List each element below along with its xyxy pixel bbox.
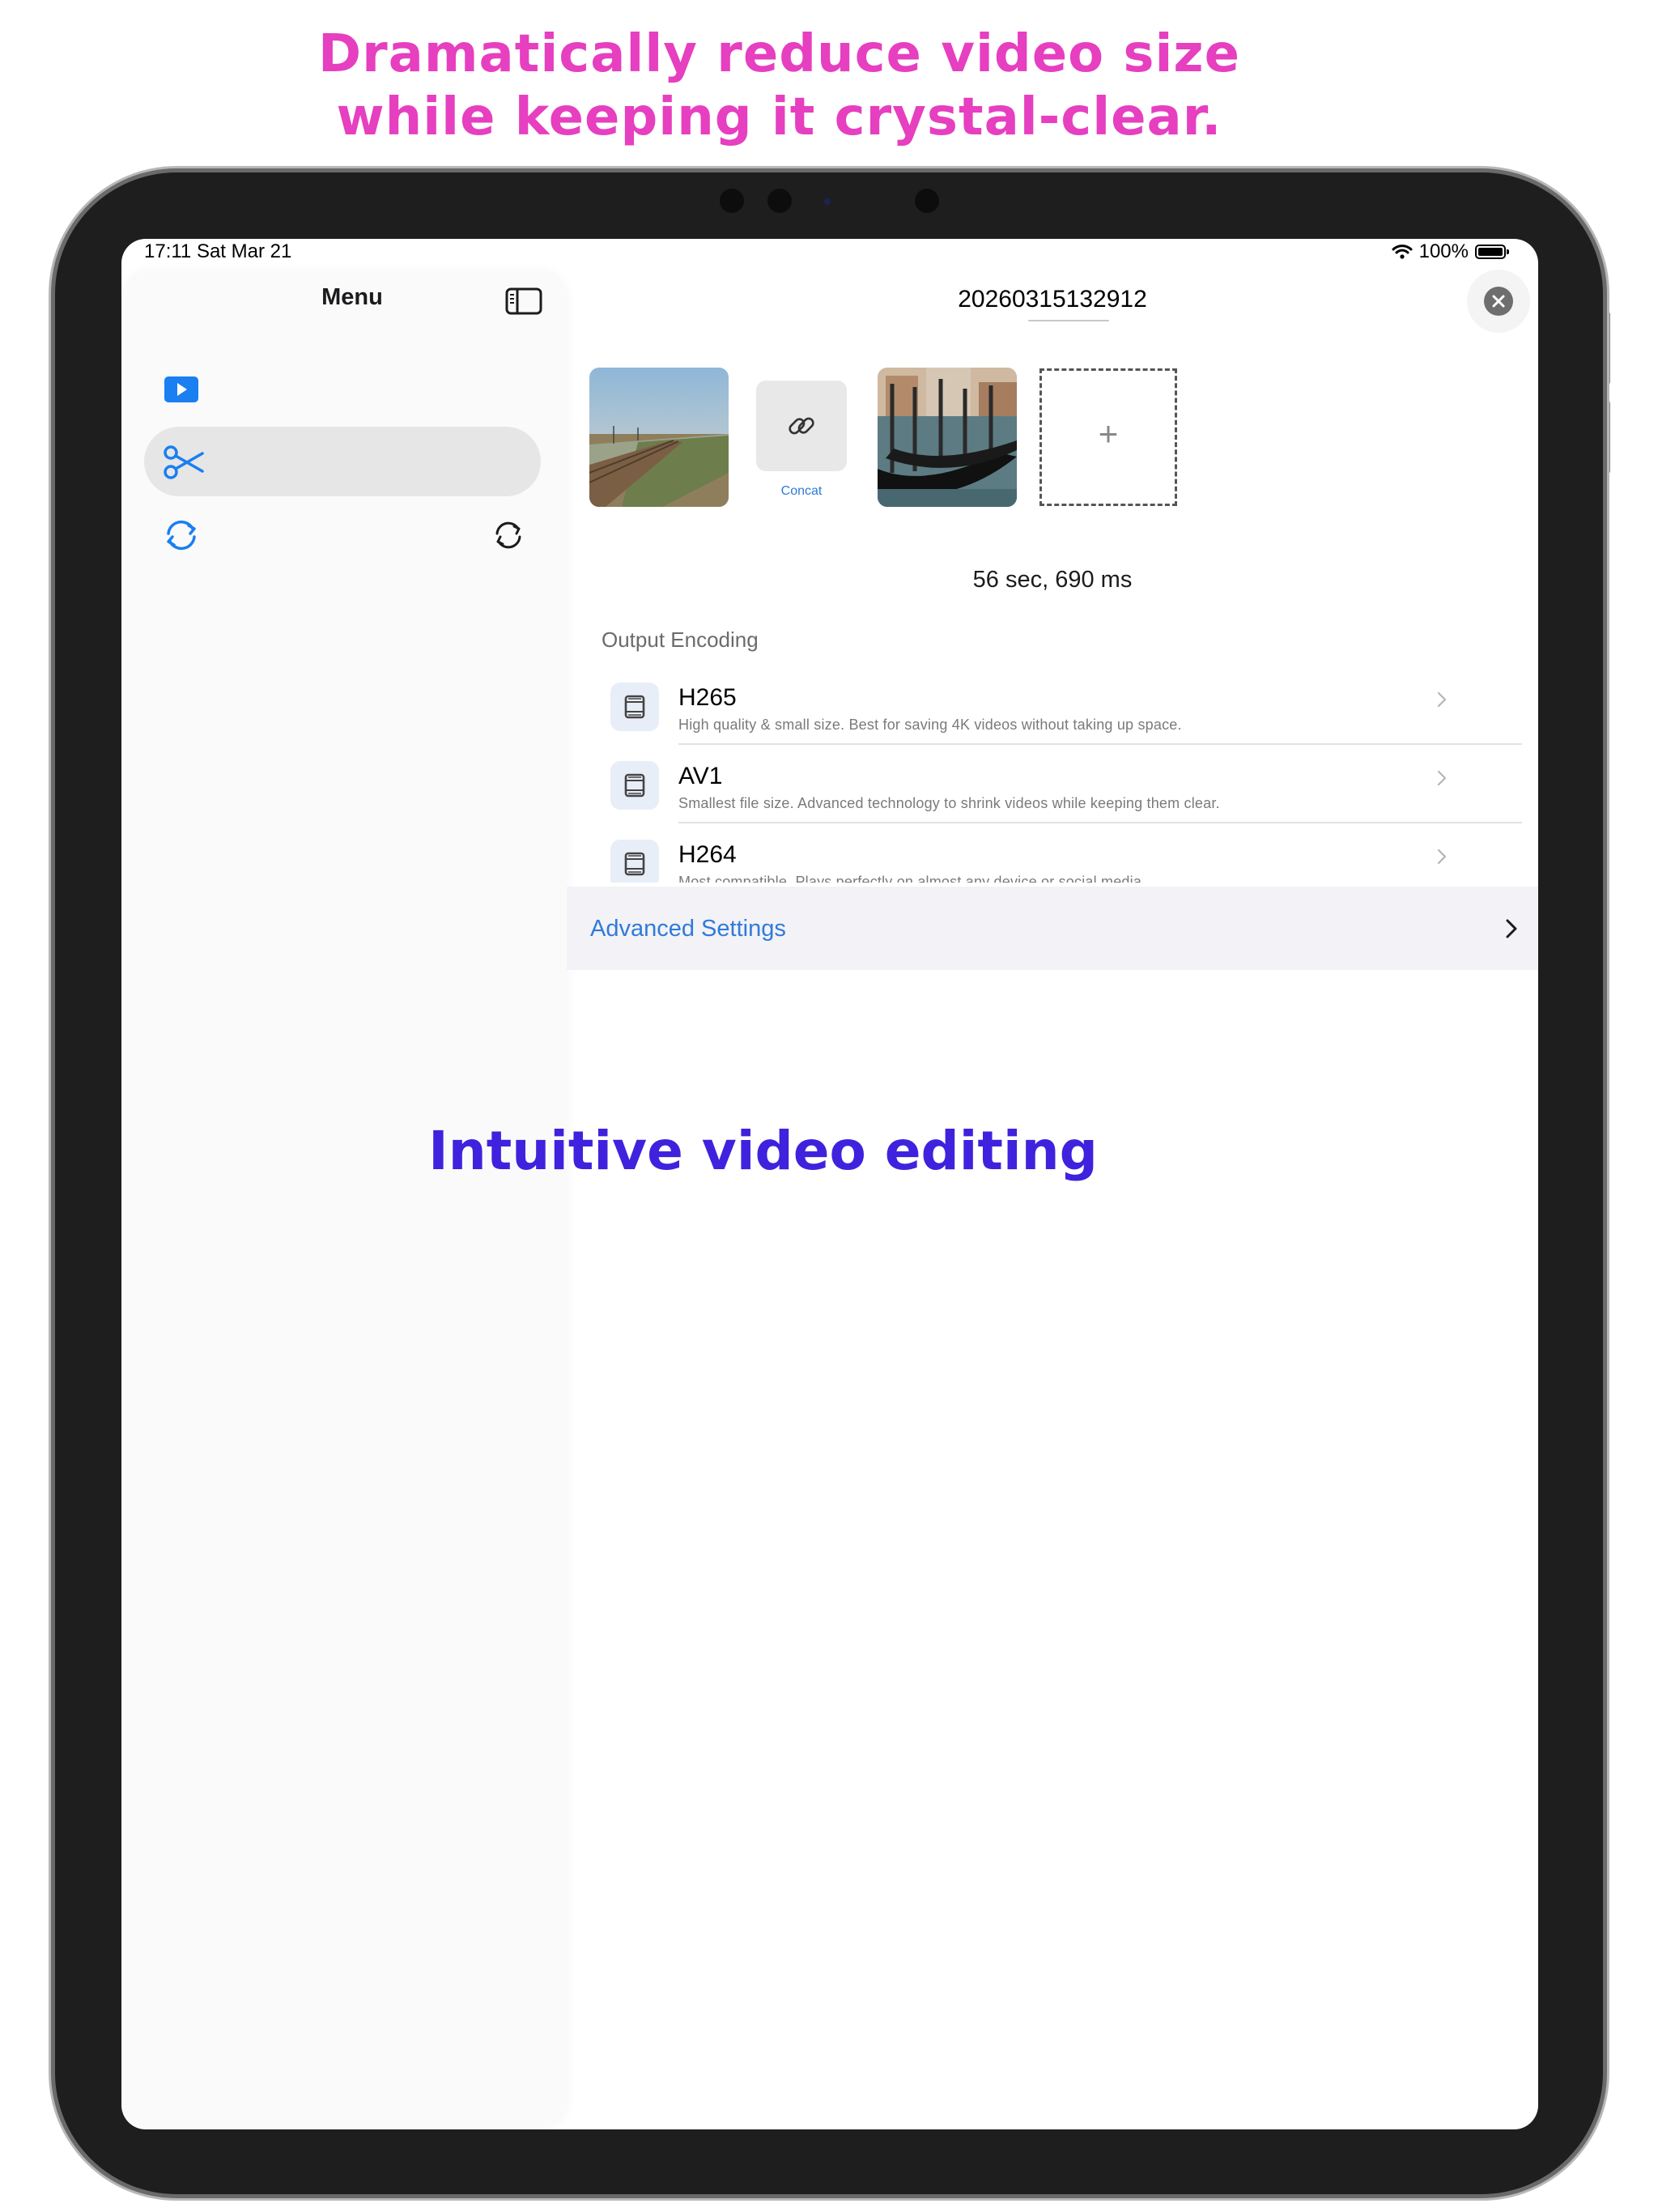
encoding-option-h265[interactable]: H265 High quality & small size. Best for… bbox=[567, 666, 1538, 745]
promo-headline-line-2: while keeping it crystal-clear. bbox=[336, 87, 1222, 147]
film-icon bbox=[610, 840, 659, 883]
chevron-right-icon bbox=[1437, 849, 1447, 865]
concat-button[interactable] bbox=[756, 381, 847, 471]
encoding-description: Most compatible. Plays perfectly on almo… bbox=[678, 874, 1146, 883]
sidebar-toggle-icon[interactable] bbox=[505, 287, 542, 315]
camera-indicator bbox=[824, 198, 831, 205]
encoding-name: AV1 bbox=[678, 763, 723, 789]
output-encoding-header: Output Encoding bbox=[602, 627, 759, 652]
encoding-name: H264 bbox=[678, 841, 737, 868]
title-grabber bbox=[1028, 320, 1109, 321]
advanced-settings-button[interactable]: Advanced Settings bbox=[567, 887, 1538, 970]
promo-headline-line-1: Dramatically reduce video size bbox=[317, 24, 1241, 84]
coastal-railway-image bbox=[589, 368, 729, 507]
promo-caption: Intuitive video editing bbox=[428, 1120, 1098, 1182]
encoding-description: Smallest file size. Advanced technology … bbox=[678, 795, 1220, 811]
battery-percentage: 100% bbox=[1418, 240, 1469, 262]
add-clip-symbol: + bbox=[1098, 415, 1119, 453]
scissors-icon bbox=[164, 445, 204, 479]
project-title: 20260315132912 bbox=[958, 286, 1147, 313]
chevron-right-icon bbox=[1506, 919, 1517, 938]
editor-panel: 20260315132912 Concat + 56 sec, 690 ms O… bbox=[567, 270, 1538, 2129]
status-bar: 17:11 Sat Mar 21 100% bbox=[121, 239, 1538, 263]
wifi-icon bbox=[1392, 245, 1413, 259]
sync-icon bbox=[167, 520, 196, 551]
encoding-description: High quality & small size. Best for savi… bbox=[678, 717, 1182, 733]
clip-thumbnail-2[interactable] bbox=[878, 368, 1017, 507]
camera-sensor bbox=[720, 189, 744, 213]
chevron-right-icon bbox=[1437, 691, 1447, 708]
status-right-group: 100% bbox=[1392, 240, 1509, 263]
total-duration: 56 sec, 690 ms bbox=[972, 567, 1133, 593]
close-icon bbox=[1484, 287, 1513, 316]
chevron-right-icon bbox=[1437, 770, 1447, 786]
camera-sensor bbox=[767, 189, 792, 213]
sidebar-item-editor[interactable] bbox=[144, 427, 541, 496]
link-icon bbox=[789, 417, 814, 435]
sidebar-item-convert[interactable] bbox=[144, 499, 541, 568]
promo-headline: Dramatically reduce video size while kee… bbox=[0, 23, 1558, 149]
advanced-settings-label: Advanced Settings bbox=[590, 916, 786, 942]
device-volume-down-button bbox=[1604, 401, 1610, 474]
sidebar-menu: Menu bbox=[121, 270, 567, 2129]
encoding-option-h264[interactable]: H264 Most compatible. Plays perfectly on… bbox=[567, 823, 1538, 883]
film-icon bbox=[610, 683, 659, 731]
battery-icon bbox=[1475, 245, 1509, 259]
concat-label: Concat bbox=[780, 484, 823, 498]
film-icon bbox=[610, 761, 659, 810]
tablet-screen: 17:11 Sat Mar 21 100% Menu 2026031513291… bbox=[121, 239, 1538, 2129]
status-time-date: 17:11 Sat Mar 21 bbox=[144, 240, 292, 262]
play-icon bbox=[164, 376, 198, 402]
device-volume-up-button bbox=[1604, 312, 1610, 385]
close-button[interactable] bbox=[1467, 270, 1530, 333]
encoding-name: H265 bbox=[678, 684, 737, 711]
sidebar-item-videos[interactable] bbox=[144, 355, 541, 424]
add-clip-button[interactable]: + bbox=[1039, 368, 1177, 506]
camera-sensor bbox=[915, 189, 939, 213]
clip-thumbnail-1[interactable] bbox=[589, 368, 729, 507]
encoding-option-av1[interactable]: AV1 Smallest file size. Advanced technol… bbox=[567, 745, 1538, 823]
venice-gondolas-image bbox=[878, 368, 1017, 507]
encoding-options-list: H265 High quality & small size. Best for… bbox=[567, 666, 1538, 883]
refresh-icon[interactable] bbox=[492, 519, 525, 551]
